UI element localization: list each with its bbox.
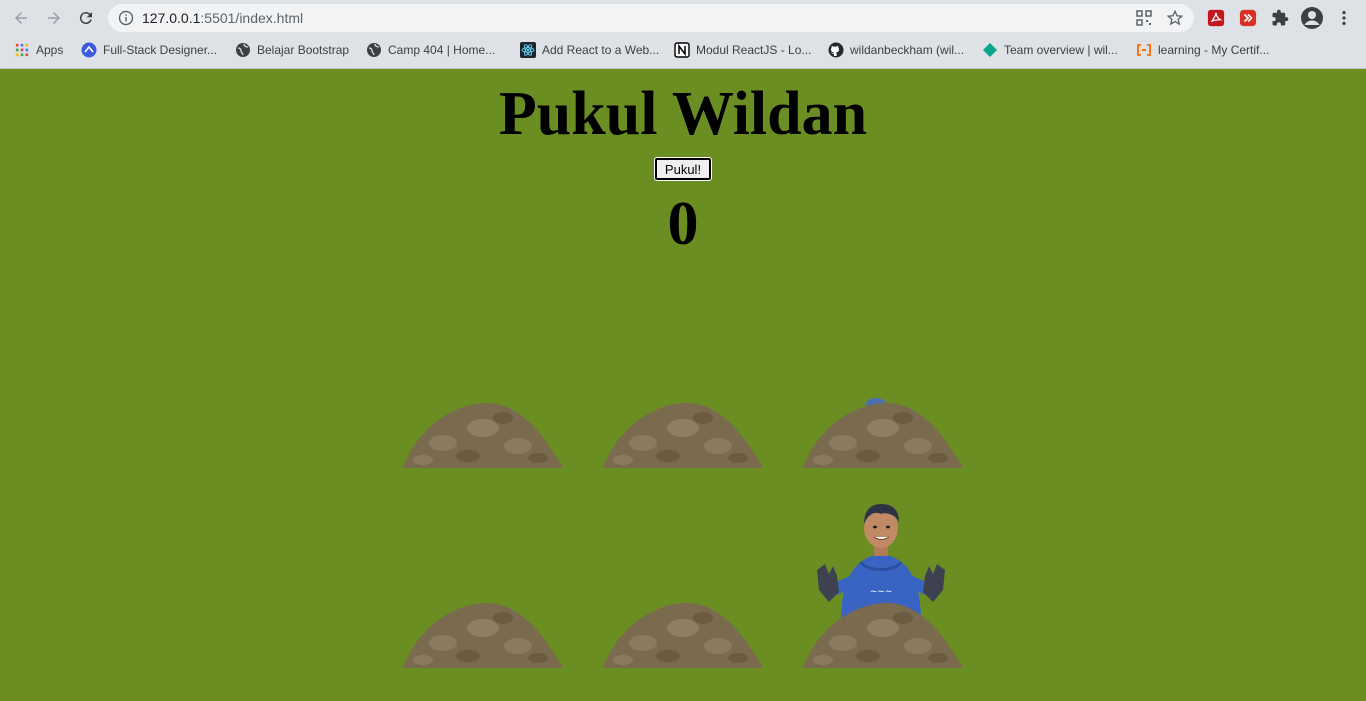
address-bar[interactable]: 127.0.0.1:5501/index.html (108, 4, 1194, 32)
bookmark-team-overview[interactable]: Team overview | wil... (982, 41, 1118, 59)
hole-4[interactable] (403, 598, 563, 668)
dirt-mound-icon (603, 602, 763, 668)
blue-circle-icon (81, 42, 97, 58)
url-host: 127.0.0.1 (142, 10, 201, 26)
bookmark-wildanbeckham[interactable]: wildanbeckham (wil... (828, 41, 964, 59)
hole-2[interactable] (603, 398, 763, 468)
globe-icon (366, 42, 382, 58)
bookmark-label: Camp 404 | Home... (388, 43, 496, 57)
bookmark-full-stack-designer[interactable]: Full-Stack Designer... (81, 41, 217, 59)
info-icon (118, 10, 134, 26)
dirt-mound-icon (803, 402, 963, 468)
bookmark-label: learning - My Certif... (1158, 43, 1270, 57)
back-button[interactable] (9, 6, 33, 30)
bookmark-label: Team overview | wil... (1004, 43, 1118, 57)
bookmark-camp-404[interactable]: Camp 404 | Home... (366, 41, 495, 59)
dirt-mound-icon (803, 602, 963, 668)
apps-grid-icon (14, 42, 30, 58)
arrow-left-icon (15, 12, 27, 24)
hole-3[interactable] (803, 398, 963, 468)
github-icon (828, 42, 844, 58)
hole-5[interactable] (603, 598, 763, 668)
profile-avatar-icon[interactable] (1300, 6, 1324, 30)
url-path: :5501/index.html (200, 10, 304, 26)
globe-icon (235, 42, 251, 58)
star-icon[interactable] (1166, 9, 1184, 27)
diamond-icon (982, 42, 998, 58)
browser-chrome: 127.0.0.1:5501/index.html Apps Full-Stac… (0, 0, 1366, 69)
menu-kebab-icon[interactable] (1334, 8, 1354, 28)
bookmark-add-react[interactable]: Add React to a Web... (520, 41, 659, 59)
hole-6[interactable]: ~~~ (803, 504, 963, 668)
reload-button[interactable] (74, 6, 98, 30)
bookmarks-bar: Apps Full-Stack Designer... Belajar Boot… (0, 36, 1366, 64)
mole-board: ~~~ (403, 398, 1003, 668)
media-extension-icon[interactable] (1238, 8, 1258, 28)
react-icon (520, 42, 536, 58)
bookmark-label: Apps (36, 43, 64, 57)
score-counter: 0 (667, 190, 699, 258)
dirt-mound-icon (403, 402, 563, 468)
acrobat-extension-icon[interactable] (1206, 8, 1226, 28)
bookmark-modul-reactjs[interactable]: Modul ReactJS - Lo... (674, 41, 811, 59)
bookmark-label: Belajar Bootstrap (257, 43, 350, 57)
bracket-icon (1136, 42, 1152, 58)
bookmark-label: Modul ReactJS - Lo... (696, 43, 812, 57)
bookmark-label: Add React to a Web... (542, 43, 660, 57)
game-page: Pukul Wildan Pukul! 0 ~~~ (0, 69, 1366, 701)
browser-toolbar: 127.0.0.1:5501/index.html (0, 0, 1366, 36)
bookmark-apps[interactable]: Apps (14, 41, 63, 59)
dirt-mound-icon (603, 402, 763, 468)
forward-button[interactable] (42, 6, 66, 30)
pukul-button[interactable]: Pukul! (654, 157, 712, 181)
hole-1[interactable] (403, 398, 563, 468)
extensions-puzzle-icon[interactable] (1270, 8, 1290, 28)
bookmark-label: wildanbeckham (wil... (850, 43, 965, 57)
game-title: Pukul Wildan (498, 80, 868, 148)
bookmark-label: Full-Stack Designer... (103, 43, 218, 57)
reload-icon (79, 12, 92, 25)
svg-text:~~~: ~~~ (870, 587, 893, 597)
arrow-right-icon (48, 12, 60, 24)
notion-icon (674, 42, 690, 58)
qr-code-icon[interactable] (1135, 9, 1153, 27)
bookmark-belajar-bootstrap[interactable]: Belajar Bootstrap (235, 41, 349, 59)
bookmark-learning[interactable]: learning - My Certif... (1136, 41, 1269, 59)
dirt-mound-icon (403, 602, 563, 668)
url-text[interactable]: 127.0.0.1:5501/index.html (142, 10, 303, 26)
